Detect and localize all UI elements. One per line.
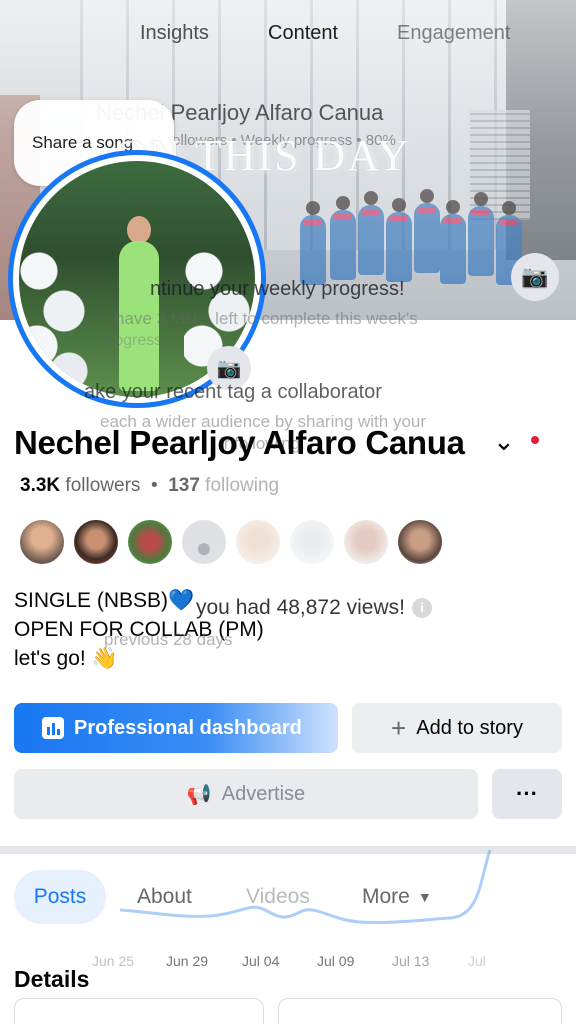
avatar-balloons — [19, 251, 89, 391]
ellipsis-icon: ··· — [516, 781, 538, 806]
professional-dashboard-button[interactable]: Professional dashboard — [14, 703, 338, 753]
friend-avatar[interactable] — [234, 518, 282, 566]
advertise-label: Advertise — [221, 782, 306, 805]
tab-about[interactable]: About — [137, 870, 192, 924]
details-card[interactable] — [14, 998, 264, 1024]
followers-count[interactable]: 3.3K — [20, 475, 60, 496]
followers-label[interactable]: followers — [65, 475, 140, 496]
info-icon[interactable]: i — [412, 598, 432, 618]
chevron-down-icon[interactable]: ⌄ — [493, 426, 515, 457]
tab-more[interactable]: More ▼ — [362, 870, 432, 924]
overlay-progress-word: progress — [100, 332, 163, 349]
add-to-story-label: Add to story — [416, 716, 523, 739]
tab-videos-label: Videos — [246, 885, 310, 908]
friend-avatar[interactable] — [396, 518, 444, 566]
friend-avatar[interactable] — [126, 518, 174, 566]
cover-camera-icon[interactable]: 📷 — [511, 253, 559, 301]
friend-avatar[interactable] — [18, 518, 66, 566]
plus-icon: + — [391, 712, 407, 743]
overlay-date: Jul 09 — [317, 953, 355, 969]
details-heading: Details — [14, 966, 90, 992]
overlay-date: Jul 04 — [242, 953, 280, 969]
profile-tab-bar: Posts About Videos More ▼ — [0, 870, 576, 926]
friend-avatar[interactable] — [72, 518, 120, 566]
tab-about-label: About — [137, 885, 192, 908]
insights-tab-bar: Insights Content Engagement — [0, 22, 576, 52]
tab-engagement[interactable]: Engagement — [397, 22, 510, 45]
megaphone-icon: 📢 — [186, 783, 212, 806]
add-to-story-button[interactable]: + Add to story — [352, 703, 562, 753]
bar-chart-icon — [42, 717, 64, 739]
follow-stats: 3.3K followers • 137 following — [20, 475, 279, 497]
friend-avatar[interactable] — [342, 518, 390, 566]
friend-avatar[interactable] — [288, 518, 336, 566]
overlay-date: Jul 13 — [392, 953, 430, 969]
overlay-collaborator: ake your recent tag a collaborator — [84, 381, 382, 403]
default-avatar-icon[interactable]: ● — [180, 518, 228, 566]
overlay-continue-progress: ntinue your weekly progress! — [150, 278, 405, 300]
following-label[interactable]: following — [205, 475, 279, 496]
advertise-button[interactable]: 📢 Advertise — [14, 769, 478, 819]
tab-content[interactable]: Content — [268, 22, 338, 45]
tab-posts-label: Posts — [33, 885, 87, 908]
tab-posts[interactable]: Posts — [14, 870, 106, 924]
overlay-views: you had 48,872 views! — [196, 596, 405, 619]
caret-down-icon: ▼ — [417, 889, 432, 905]
separator-dot: • — [145, 475, 163, 496]
professional-dashboard-label: Professional dashboard — [74, 716, 302, 739]
details-card[interactable] — [278, 998, 562, 1024]
more-options-button[interactable]: ··· — [492, 769, 562, 819]
tab-more-label: More — [362, 885, 410, 908]
friends-avatars: ● — [18, 518, 444, 566]
notification-dot — [531, 436, 539, 444]
tab-videos[interactable]: Videos — [246, 870, 310, 924]
following-count[interactable]: 137 — [168, 475, 200, 496]
overlay-date: Jul — [468, 953, 486, 969]
profile-name: Nechel Pearljoy Alfaro Canua — [14, 424, 465, 461]
overlay-previous-days: previous 28 days — [104, 630, 233, 649]
avatar-head — [127, 216, 151, 244]
overlay-date: Jun 25 — [92, 953, 135, 969]
overlay-tasks-left: have 3 tasks left to complete this week'… — [115, 309, 418, 328]
overlay-date: Jun 29 — [166, 953, 209, 969]
tab-insights[interactable]: Insights — [140, 22, 209, 45]
